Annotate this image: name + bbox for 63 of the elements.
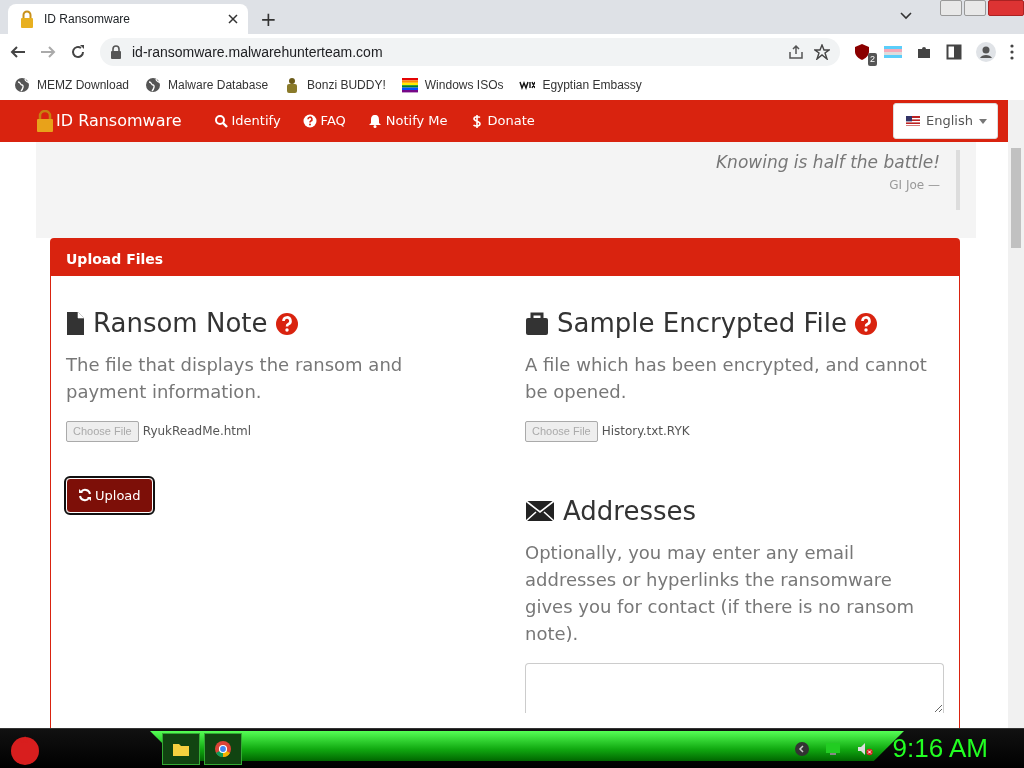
section-heading: Sample Encrypted File xyxy=(557,308,847,340)
file-name: RyukReadMe.html xyxy=(142,423,252,441)
lock-icon xyxy=(36,110,54,132)
quote-text: Knowing is half the battle! xyxy=(714,151,940,174)
new-tab-button[interactable]: + xyxy=(260,4,277,34)
brand-link[interactable]: ID Ransomware xyxy=(36,109,182,133)
taskbar-button[interactable] xyxy=(162,732,200,765)
globe-icon xyxy=(14,77,30,93)
panel-header: Upload Files xyxy=(51,239,959,276)
extension-badge: 2 xyxy=(868,52,877,66)
quote-author: GI Joe — xyxy=(888,176,940,194)
question-icon xyxy=(302,114,317,128)
section-description: The file that displays the ransom and payment information. xyxy=(66,353,404,405)
close-icon[interactable] xyxy=(228,14,238,24)
addresses-field[interactable] xyxy=(525,662,944,713)
flag-icon xyxy=(906,116,921,126)
taskbar-button[interactable] xyxy=(204,732,242,765)
refresh-icon xyxy=(78,488,92,503)
bookmark[interactable]: Windows ISOs xyxy=(401,76,504,94)
address-bar[interactable]: id-ransomware.malwarehunterteam.com xyxy=(100,38,840,66)
caret-icon xyxy=(979,118,987,124)
chrome-icon xyxy=(215,740,231,757)
scrollbar-thumb[interactable] xyxy=(1011,148,1021,248)
menu-icon[interactable] xyxy=(1010,44,1014,60)
language-dropdown[interactable]: English xyxy=(893,103,998,139)
sidebar-icon[interactable] xyxy=(946,44,962,60)
browser-tab[interactable]: ID Ransomware xyxy=(8,4,248,34)
section-description: Optionally, you may enter any email addresses or hyperlinks the ransomware gives you for contact (if there is no ransom note). xyxy=(525,540,916,646)
bookmark[interactable]: MEMZ Download xyxy=(14,76,130,94)
lock-icon xyxy=(18,10,36,28)
file-name: History.txt.RYK xyxy=(601,423,690,441)
bookmark[interactable]: Egyptian Embassy xyxy=(519,76,642,94)
star-icon[interactable] xyxy=(814,44,830,60)
back-icon[interactable] xyxy=(10,44,26,60)
chevron-left-icon[interactable] xyxy=(794,741,809,756)
help-icon[interactable] xyxy=(275,312,298,335)
section-heading: Ransom Note xyxy=(93,308,268,340)
globe-icon xyxy=(145,77,162,93)
briefcase-icon xyxy=(525,311,549,337)
lock-icon xyxy=(110,45,122,59)
rainbow-flag-icon xyxy=(401,77,418,93)
file-icon xyxy=(66,311,85,337)
section-description: A file which has been encrypted, and cannot be opened. xyxy=(525,353,928,405)
section-heading: Addresses xyxy=(563,495,697,527)
reload-icon[interactable] xyxy=(70,44,86,60)
chevron-down-icon[interactable] xyxy=(900,12,912,20)
profile-icon[interactable] xyxy=(976,42,996,62)
bookmark[interactable]: Malware Database xyxy=(145,76,269,94)
search-icon xyxy=(213,114,228,128)
bell-icon xyxy=(367,114,382,128)
folder-icon xyxy=(173,741,189,756)
nav-link[interactable]: Identify xyxy=(213,111,281,131)
nav-link[interactable]: Notify Me xyxy=(367,111,448,131)
clock: 9:16 AM xyxy=(892,732,988,765)
nav-link[interactable]: Donate xyxy=(469,111,535,131)
help-icon[interactable] xyxy=(855,312,877,335)
muted-speaker-icon[interactable] xyxy=(856,741,873,756)
upload-button[interactable]: Upload xyxy=(66,477,153,514)
shield-icon[interactable] xyxy=(854,43,870,61)
nav-link[interactable]: FAQ xyxy=(302,111,346,131)
share-icon[interactable] xyxy=(788,44,804,60)
bookmark[interactable]: Bonzi BUDDY! xyxy=(284,76,386,94)
envelope-icon xyxy=(525,500,555,523)
